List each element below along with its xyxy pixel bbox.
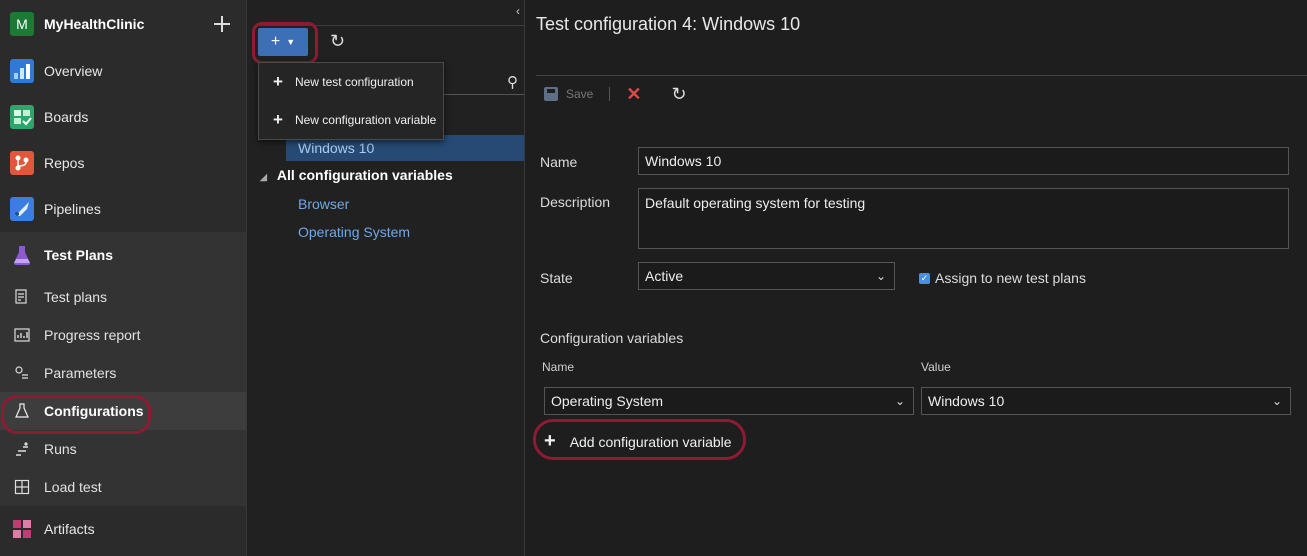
plus-icon[interactable] — [210, 12, 234, 36]
plus-icon: + — [544, 430, 556, 452]
nav-item-overview[interactable]: Overview — [0, 48, 246, 94]
overview-icon — [10, 59, 34, 83]
state-select[interactable]: Active ⌄ — [638, 262, 895, 290]
configurations-panel: ‹ + ▼ ↻ ⚲ + New test configuration + New… — [248, 0, 525, 556]
panel-divider — [256, 25, 524, 26]
save-label: Save — [566, 87, 594, 101]
tree-item-browser[interactable]: Browser — [298, 196, 349, 212]
org-name[interactable]: MyHealthClinic — [44, 16, 210, 32]
test-plans-list-icon — [15, 289, 27, 304]
new-menu: + New test configuration + New configura… — [258, 62, 444, 140]
menu-item-new-configuration-variable[interactable]: + New configuration variable — [259, 101, 443, 139]
toolbar-divider — [609, 87, 611, 101]
detail-toolbar: Save ✕ ↻ — [544, 84, 687, 104]
repos-icon — [10, 151, 34, 175]
assign-to-new-test-plans-checkbox[interactable]: ✓ Assign to new test plans — [919, 270, 1086, 286]
nav-sub-label: Load test — [44, 479, 102, 495]
parameters-icon — [15, 366, 28, 379]
chevron-down-icon: ▼ — [286, 37, 296, 47]
configuration-detail: Test configuration 4: Windows 10 Save ✕ … — [526, 0, 1307, 556]
description-label: Description — [540, 194, 611, 210]
nav-sub-progress-report[interactable]: Progress report — [0, 316, 246, 354]
name-field[interactable]: Windows 10 — [638, 147, 1289, 175]
artifacts-icon — [10, 517, 34, 541]
page-title: Test configuration 4: Windows 10 — [536, 14, 801, 34]
variable-name-select[interactable]: Operating System ⌄ — [544, 387, 914, 415]
nav-label: Repos — [44, 155, 85, 171]
state-label: State — [540, 270, 573, 286]
collapse-triangle-icon[interactable]: ◢ — [260, 172, 267, 182]
tree-group-configuration-variables[interactable]: ◢ All configuration variables — [260, 167, 453, 183]
variable-value: Windows 10 — [928, 393, 1005, 409]
state-value: Active — [645, 268, 684, 284]
tree-item-operating-system[interactable]: Operating System — [298, 224, 410, 240]
nav-label: Artifacts — [44, 521, 95, 537]
nav-sub-label: Runs — [44, 441, 77, 457]
description-field[interactable]: Default operating system for testing — [638, 188, 1289, 249]
plus-icon: + — [273, 72, 283, 91]
nav-label: Pipelines — [44, 201, 101, 217]
nav-label: Overview — [44, 63, 103, 79]
progress-report-icon — [14, 328, 30, 342]
nav-item-pipelines[interactable]: Pipelines — [0, 186, 246, 232]
test-plans-icon — [10, 243, 34, 267]
nav-sub-runs[interactable]: Runs — [0, 430, 246, 468]
load-test-icon — [14, 479, 30, 495]
nav-sub-parameters[interactable]: Parameters — [0, 354, 246, 392]
nav-sub-load-test[interactable]: Load test — [0, 468, 246, 506]
name-label: Name — [540, 154, 578, 170]
new-button[interactable]: + ▼ — [258, 28, 308, 56]
variable-name-value: Operating System — [551, 393, 664, 409]
search-icon[interactable]: ⚲ — [507, 73, 518, 91]
plus-icon: + — [273, 110, 283, 129]
title-divider — [536, 75, 1307, 76]
nav-item-boards[interactable]: Boards — [0, 94, 246, 140]
chevron-down-icon: ⌄ — [1271, 394, 1282, 408]
column-header-name: Name — [542, 360, 575, 374]
nav-item-repos[interactable]: Repos — [0, 140, 246, 186]
runs-icon — [16, 442, 28, 456]
menu-item-new-test-configuration[interactable]: + New test configuration — [259, 63, 443, 101]
nav-label: Boards — [44, 109, 89, 125]
nav-sub-label: Progress report — [44, 327, 141, 343]
variable-value-select[interactable]: Windows 10 ⌄ — [921, 387, 1291, 415]
test-plans-group: Test Plans Test plans Progress report Pa… — [0, 232, 246, 506]
pipelines-icon — [10, 197, 34, 221]
filter-input[interactable] — [443, 94, 524, 95]
nav-sub-label: Configurations — [44, 403, 144, 419]
nav-item-test-plans[interactable]: Test Plans — [0, 232, 246, 278]
org-header: M MyHealthClinic — [0, 0, 246, 48]
section-title: Configuration variables — [540, 330, 684, 346]
tree-group-label: All configuration variables — [276, 167, 453, 183]
collapse-panel-icon[interactable]: ‹ — [516, 4, 520, 18]
menu-item-label: New configuration variable — [294, 113, 437, 127]
chevron-down-icon: ⌄ — [875, 269, 886, 283]
checkbox-checked-icon: ✓ — [919, 272, 930, 284]
nav-sub-label: Parameters — [44, 365, 117, 381]
discard-icon[interactable]: ✕ — [626, 84, 641, 105]
nav-sub-test-plans[interactable]: Test plans — [0, 278, 246, 316]
save-icon — [544, 87, 558, 101]
menu-item-label: New test configuration — [294, 75, 414, 89]
add-configuration-variable-button[interactable]: + Add configuration variable — [544, 430, 732, 453]
org-avatar[interactable]: M — [10, 12, 34, 36]
checkbox-label: Assign to new test plans — [935, 270, 1086, 286]
new-plus-label: + — [270, 33, 281, 50]
nav-sub-configurations[interactable]: Configurations — [0, 392, 246, 430]
chevron-down-icon: ⌄ — [894, 394, 905, 408]
refresh-icon[interactable]: ↻ — [671, 84, 686, 105]
nav-label: Test Plans — [44, 247, 113, 263]
boards-icon — [10, 105, 34, 129]
refresh-icon[interactable]: ↻ — [330, 31, 345, 52]
nav-item-artifacts[interactable]: Artifacts — [0, 506, 246, 552]
left-navigation: M MyHealthClinic Overview Boards Repos P… — [0, 0, 247, 556]
add-variable-label: Add configuration variable — [569, 433, 732, 450]
column-header-value: Value — [921, 360, 951, 374]
configurations-icon — [15, 403, 29, 418]
save-button[interactable]: Save — [544, 87, 593, 101]
nav-sub-label: Test plans — [44, 289, 108, 305]
